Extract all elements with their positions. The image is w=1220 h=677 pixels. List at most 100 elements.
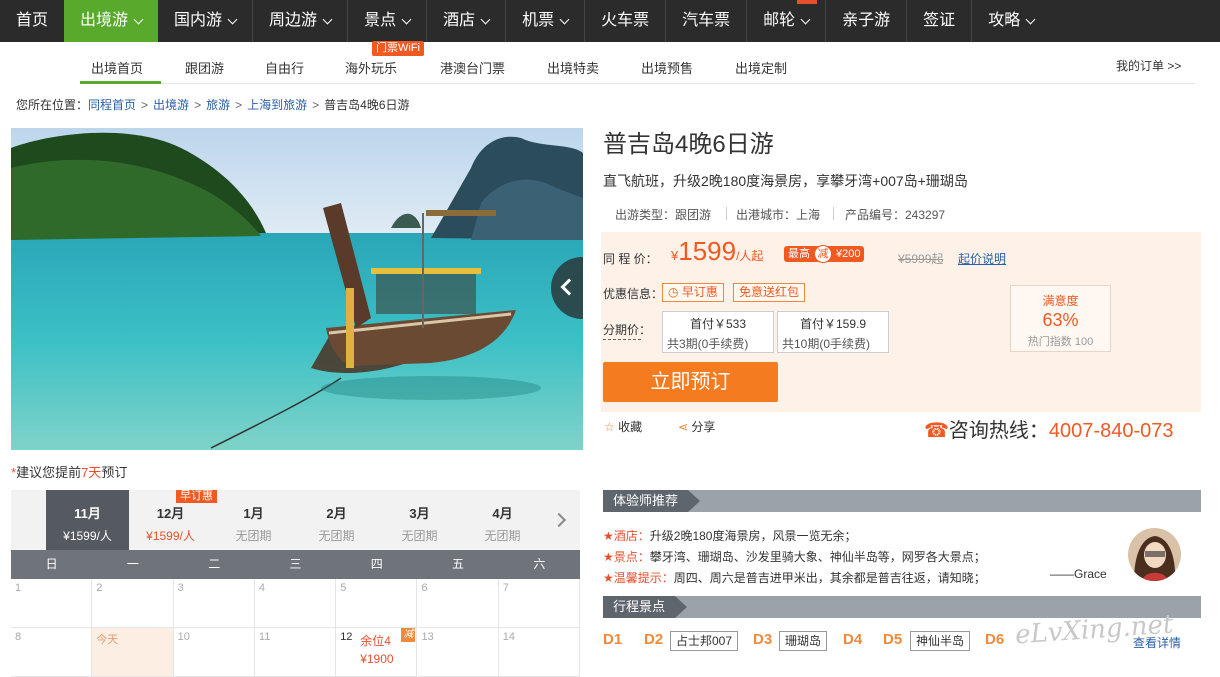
nav-home[interactable]: 首页 (0, 0, 64, 42)
weekday-label: 六 (533, 557, 546, 571)
month-tab[interactable]: 11月 ¥1599/人 (46, 490, 129, 550)
subnav-presale[interactable]: 出境预售 (641, 58, 693, 77)
nav-cruise[interactable]: 邮轮 (747, 0, 825, 42)
month-tab[interactable]: 3月 无团期 (378, 490, 461, 550)
early-bird-tag: 早订惠 (176, 490, 217, 503)
nav-hotel[interactable]: 酒店 (427, 0, 505, 42)
day-tag[interactable]: D1 (603, 631, 622, 648)
month-label: 12月 (156, 506, 185, 521)
seats-remaining: 余位4 (360, 634, 391, 648)
day-number: 3 (177, 582, 184, 594)
month-tab[interactable]: 4月 无团期 (461, 490, 544, 550)
chevron-down-icon (322, 14, 333, 24)
month-price: 无团期 (484, 529, 521, 543)
promo-label: 优惠信息： (603, 287, 664, 301)
breadcrumb-link[interactable]: 旅游 (206, 98, 230, 112)
day-tag[interactable]: D3 (753, 631, 772, 648)
weekday-label: 日 (45, 557, 58, 571)
share-button[interactable]: ⋖ 分享 (678, 418, 715, 435)
nav-nearby[interactable]: 周边游 (253, 0, 347, 42)
favorite-button[interactable]: ☆ 收藏 (604, 418, 642, 435)
promo-tag-redpacket[interactable]: 免意送红包 (733, 283, 806, 302)
installment-terms: 共3期(0手续费) (667, 337, 749, 351)
calendar-day: 5 (336, 579, 418, 628)
chevron-down-icon (401, 14, 412, 24)
month-price: 无团期 (318, 529, 355, 543)
weekday-label: 一 (126, 557, 139, 571)
nav-scenic[interactable]: 景点 (348, 0, 426, 42)
hot-index: 热门指数 100 (1027, 336, 1094, 348)
nav-family[interactable]: 亲子游 (826, 0, 906, 42)
month-tab[interactable]: 2月 无团期 (295, 490, 378, 550)
subnav-special-sale[interactable]: 出境特卖 (547, 58, 599, 77)
nav-visa[interactable]: 签证 (907, 0, 971, 42)
max-discount-badge: 最高减 ¥200 (784, 245, 865, 263)
subnav-free-travel[interactable]: 自由行 (265, 58, 304, 77)
installment-option[interactable]: 首付￥533 共3期(0手续费) (662, 311, 774, 353)
day-number: 2 (96, 582, 103, 594)
day-sight[interactable]: 占士邦007 (670, 631, 739, 651)
day-number: 14 (502, 631, 516, 643)
chevron-left-icon (560, 278, 578, 296)
recommend-author: ——Grace (1050, 567, 1107, 581)
nav-outbound[interactable]: 出境游 (64, 0, 159, 42)
price-explain-link[interactable]: 起价说明 (958, 250, 1006, 267)
subnav-outbound-home[interactable]: 出境首页 (91, 58, 143, 77)
subnav-overseas-fun[interactable]: 海外玩乐 (345, 58, 397, 77)
nav-bus[interactable]: 汽车票 (666, 0, 746, 42)
nav-label: 首页 (16, 12, 49, 29)
calendar-grid: 1 2 3 4 5 6 7 8 今天 10 11 12 余位4 ¥1900 减 … (11, 579, 581, 677)
calendar-day-available[interactable]: 12 余位4 ¥1900 减 (336, 628, 418, 677)
day-number: 8 (15, 631, 22, 643)
installment-option[interactable]: 首付￥159.9 共10期(0手续费) (777, 311, 889, 353)
day-sight[interactable]: 神仙半岛 (910, 631, 971, 651)
nav-label: 邮轮 (763, 12, 796, 29)
calendar-day: 10 (173, 628, 255, 677)
month-price: 无团期 (235, 529, 272, 543)
breadcrumb-link[interactable]: 上海到旅游 (247, 98, 307, 112)
nav-guide[interactable]: 攻略 (972, 0, 1050, 42)
nav-train[interactable]: 火车票 (585, 0, 665, 42)
my-orders-link[interactable]: 我的订单 >> (1116, 57, 1181, 74)
day-tag[interactable]: D5 (883, 631, 902, 648)
month-price: ¥1599/人 (63, 529, 112, 543)
month-tab[interactable]: 1月无团期 (212, 490, 295, 550)
month-label: 1月 (243, 506, 264, 521)
recommend-header: 体验师推荐 (603, 490, 1201, 512)
recommend-value: 周四、周六是普吉进甲米出，其余都是普吉往返，请知晓； (673, 571, 986, 585)
book-now-button[interactable]: 立即预订 (603, 362, 778, 402)
meta-divider (833, 207, 834, 220)
calendar-months: 11月 ¥1599/人 12月 ¥1599/人 1月 无团期 2月 无团期 3月 无团期 … (11, 490, 580, 550)
calendar-day: 1 (11, 579, 93, 628)
day-tag[interactable]: D6 (985, 631, 1004, 648)
view-details-link[interactable]: 查看详情 (1133, 634, 1181, 651)
breadcrumb-link[interactable]: 出境游 (153, 98, 189, 112)
advice-text: 建议您提前 (16, 465, 82, 480)
day-number: 12 (340, 631, 353, 643)
subnav-custom[interactable]: 出境定制 (735, 58, 787, 77)
recommend-line: ★酒店：升级2晚180度海景房，风景一览无余； (603, 529, 857, 543)
breadcrumb-link[interactable]: 同程首页 (88, 98, 136, 112)
nav-flight[interactable]: 机票 (506, 0, 584, 42)
price-unit: /人起 (736, 249, 764, 263)
satisfaction-value: 63% (1042, 310, 1079, 330)
day-tag[interactable]: D4 (843, 631, 862, 648)
calendar-day: 13 (417, 628, 499, 677)
subnav-group-tour[interactable]: 跟团游 (185, 58, 224, 77)
calendar-day: 6 (417, 579, 499, 628)
nav-label: 火车票 (601, 12, 650, 29)
share-label: 分享 (691, 420, 716, 434)
discount-tag: 减 (401, 628, 416, 642)
promo-tag-early[interactable]: ◷ 早订惠 (662, 283, 724, 302)
weekday-label: 四 (370, 557, 383, 571)
subnav-hk-tickets[interactable]: 港澳台门票 (440, 58, 505, 77)
hotline-label: 咨询热线： (948, 420, 1049, 442)
weekday-label: 五 (452, 557, 465, 571)
day-sight[interactable]: 珊瑚岛 (779, 631, 828, 651)
day-tag[interactable]: D2 (644, 631, 663, 648)
tour-price: ¥1599/人起 (671, 236, 763, 267)
nav-label: 汽车票 (682, 12, 731, 29)
dotted-underline (603, 339, 641, 340)
hotline-number: 4007-840-073 (1048, 420, 1174, 442)
nav-domestic[interactable]: 国内游 (158, 0, 252, 42)
